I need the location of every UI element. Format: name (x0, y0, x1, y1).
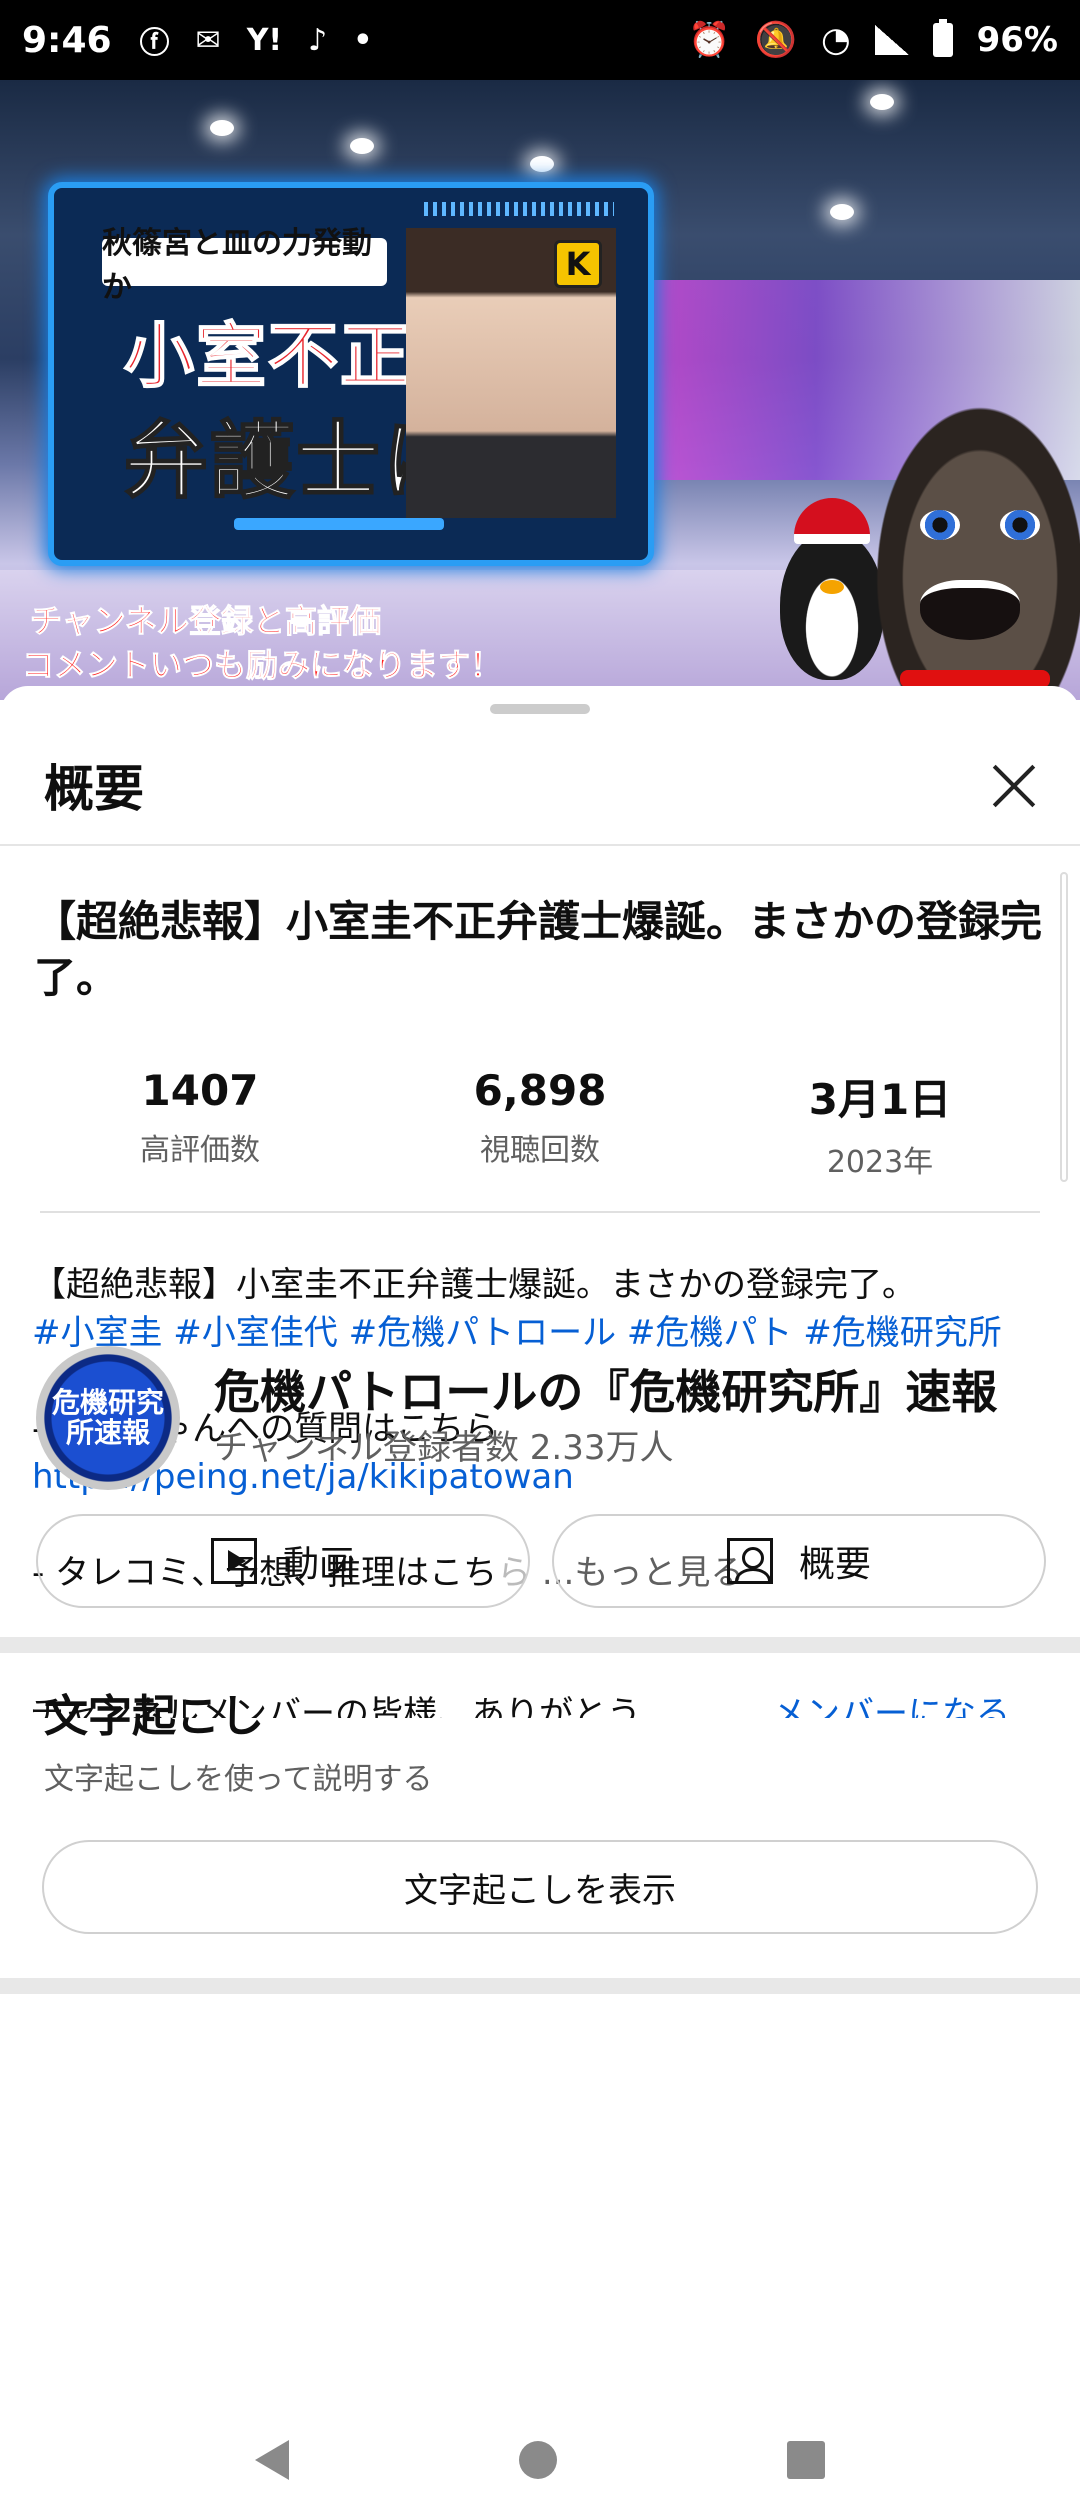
ceiling-light (530, 156, 554, 172)
thumb-decoration (424, 202, 614, 216)
transcript-subtitle: 文字起こしを使って説明する (44, 1762, 433, 1797)
back-icon[interactable] (255, 2440, 289, 2480)
views-stat: 6,898 視聴回数 (370, 1066, 710, 1181)
channel-about-button[interactable]: 概要 (552, 1514, 1046, 1608)
yahoo-mail-icon: ✉ (195, 22, 221, 58)
channel-name[interactable]: 危機パトロールの『危機研究所』速報 (214, 1356, 997, 1422)
signal-icon (874, 25, 909, 55)
system-nav-bar (0, 2400, 1080, 2520)
status-bar: 9:46 ⓕ ✉ Y! ♪ • ⏰ 🔕 ◔ 96% (0, 0, 1080, 80)
thumb-headline-1: 小室不正 (123, 314, 412, 398)
likes-count: 1407 (141, 1066, 259, 1115)
channel-avatar[interactable]: 危機研究所速報 (36, 1346, 180, 1490)
ceiling-light (830, 204, 854, 220)
likes-stat: 1407 高評価数 (30, 1066, 370, 1181)
sheet-header: 概要 (0, 726, 1080, 846)
channel-subscribers: チャンネル登録者数 2.33万人 (214, 1428, 674, 1468)
thumb-tag: 秋篠宮と皿の力発動か (102, 226, 387, 305)
video-stats: 1407 高評価数 6,898 視聴回数 3月1日 2023年 (0, 1066, 1080, 1181)
date-stat: 3月1日 2023年 (710, 1066, 1050, 1181)
section-separator (0, 1637, 1080, 1653)
dog-eye (920, 510, 960, 540)
membership-text: チャンネルメンバーの皆様、ありがとう (30, 1694, 641, 1718)
bell-off-icon: 🔕 (754, 20, 797, 60)
sheet-title: 概要 (44, 760, 144, 818)
ceiling-light (210, 120, 234, 136)
divider (40, 1211, 1040, 1213)
santa-hat (794, 498, 870, 544)
wifi-icon: ◔ (820, 20, 851, 60)
join-membership-link[interactable]: メンバーになる (772, 1684, 1010, 1718)
views-count: 6,898 (473, 1066, 607, 1115)
ceiling-light (350, 138, 374, 154)
show-transcript-button[interactable]: 文字起こしを表示 (42, 1840, 1038, 1934)
channel-videos-button[interactable]: 動画 (36, 1514, 530, 1608)
video-title: 【超絶悲報】小室圭不正弁護士爆誕。まさかの登録完了。 (34, 897, 1043, 1002)
views-label: 視聴回数 (480, 1133, 600, 1168)
publish-date: 3月1日 (808, 1075, 952, 1124)
person-icon (726, 1538, 773, 1584)
description-line: 【超絶悲報】小室圭不正弁護士爆誕。まさかの登録完了。 (32, 1265, 916, 1305)
section-separator (0, 1978, 1080, 1994)
thumb-k-badge: K (554, 240, 602, 288)
alarm-icon: ⏰ (688, 20, 731, 60)
promo-text-2: コメントいつも励みになります！ (21, 646, 503, 685)
dog-eye (1000, 510, 1040, 540)
ceiling-light (870, 94, 894, 110)
clock: 9:46 (22, 19, 112, 61)
dog-character (860, 380, 1080, 700)
facebook-icon: ⓕ (139, 26, 170, 61)
video-thumbnail: 秋篠宮と皿の力発動か 小室不正 弁護士に K (48, 182, 654, 566)
recents-icon[interactable] (787, 2441, 825, 2479)
home-icon[interactable] (519, 2441, 557, 2479)
video-player[interactable]: 秋篠宮と皿の力発動か 小室不正 弁護士に K チャンネル登録と高評価 コメントい… (0, 80, 1080, 700)
yahoo-icon: Y! (246, 22, 283, 58)
close-icon[interactable] (984, 756, 1044, 816)
thumb-bar (234, 518, 444, 530)
dot-icon: • (353, 22, 373, 58)
drag-handle[interactable] (490, 704, 590, 714)
penguin-beak (820, 580, 844, 594)
likes-label: 高評価数 (140, 1133, 260, 1168)
battery-percent: 96% (976, 20, 1058, 60)
publish-year: 2023年 (826, 1145, 934, 1180)
battery-icon (932, 19, 953, 57)
membership-row: チャンネルメンバーの皆様、ありがとう メンバーになる (30, 1684, 1060, 1718)
about-label: 概要 (798, 1544, 871, 1585)
play-icon (210, 1538, 257, 1584)
videos-label: 動画 (282, 1544, 355, 1585)
guitar-icon: ♪ (308, 22, 328, 58)
dog-mouth (920, 580, 1020, 640)
description-hashtags[interactable]: #小室圭 #小室佳代 #危機パトロール #危機パト #危機研究所 (32, 1309, 1052, 1357)
promo-text-1: チャンネル登録と高評価 (29, 602, 382, 641)
